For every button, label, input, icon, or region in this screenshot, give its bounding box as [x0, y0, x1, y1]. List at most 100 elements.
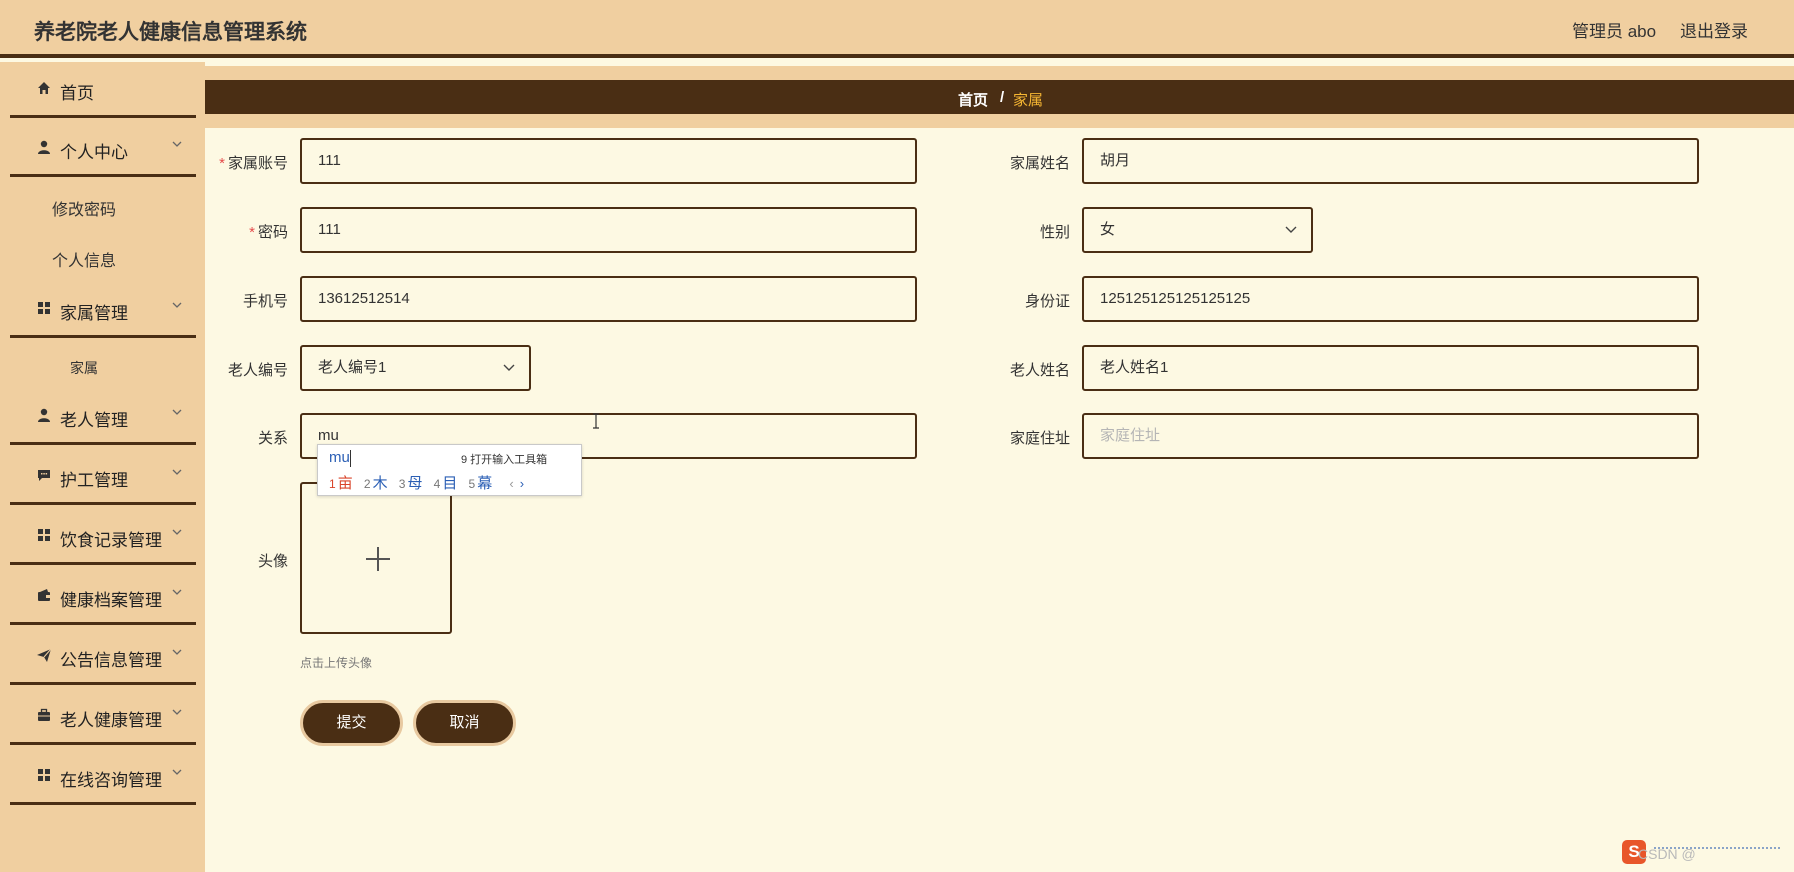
- sidebar-subitem-change-password[interactable]: 修改密码: [0, 184, 205, 228]
- ime-candidate[interactable]: 4目: [434, 472, 458, 493]
- idcard-input[interactable]: 125125125125125125: [1082, 276, 1699, 322]
- ime-candidate-popup: mu 9 打开输入工具箱 1亩 2木 3母 4目 5幕 ‹ ›: [317, 444, 582, 496]
- required-mark: *: [219, 155, 225, 172]
- submit-button[interactable]: 提交: [300, 700, 403, 746]
- sidebar-item-consult-mgmt[interactable]: 在线咨询管理: [10, 749, 196, 805]
- ime-prev-page[interactable]: ‹: [509, 476, 513, 491]
- breadcrumb-home[interactable]: 首页: [958, 89, 988, 110]
- sidebar: 首页 个人中心 修改密码 个人信息 家属管理 家属 老人管理 护工管理 饮食记录…: [0, 62, 205, 872]
- sidebar-item-health-record-mgmt[interactable]: 健康档案管理: [10, 569, 196, 625]
- sidebar-item-family-mgmt[interactable]: 家属管理: [10, 282, 196, 338]
- admin-name: 管理员 abo: [1572, 22, 1657, 41]
- gender-label: 性别: [1039, 224, 1070, 241]
- ime-candidate-list: 1亩 2木 3母 4目 5幕 ‹ ›: [329, 472, 524, 493]
- chevron-down-icon: [172, 589, 182, 595]
- idcard-label: 身份证: [1024, 293, 1070, 310]
- plus-icon-vertical: [377, 547, 379, 571]
- ime-candidate[interactable]: 1亩: [329, 472, 353, 493]
- user-icon: [38, 140, 50, 154]
- breadcrumb-current: 家属: [1013, 92, 1044, 109]
- sidebar-item-label: 首页: [60, 84, 94, 103]
- sidebar-item-label: 在线咨询管理: [60, 771, 162, 790]
- required-mark: *: [249, 224, 255, 241]
- password-input[interactable]: 111: [300, 207, 917, 253]
- sidebar-item-label: 老人健康管理: [60, 711, 162, 730]
- sidebar-item-label: 老人管理: [60, 411, 128, 430]
- briefcase-icon: [38, 708, 50, 721]
- sidebar-item-elder-mgmt[interactable]: 老人管理: [10, 389, 196, 445]
- logout-link[interactable]: 退出登录: [1680, 17, 1748, 42]
- grid-icon: [38, 529, 50, 541]
- ime-candidate[interactable]: 3母: [399, 472, 423, 493]
- account-input[interactable]: 111: [300, 138, 917, 184]
- sidebar-item-label: 健康档案管理: [60, 591, 162, 610]
- breadcrumb: 首页 / 家属: [205, 80, 1794, 114]
- ime-toolbar: S CSDN @: [1622, 840, 1788, 870]
- sidebar-item-diet-mgmt[interactable]: 饮食记录管理: [10, 509, 196, 565]
- sidebar-subitem-label: 个人信息: [52, 253, 117, 270]
- sidebar-subitem-family[interactable]: 家属: [0, 346, 205, 390]
- sidebar-item-personal-center[interactable]: 个人中心: [10, 121, 196, 177]
- elder-name-input[interactable]: 老人姓名1: [1082, 345, 1699, 391]
- breadcrumb-area: 首页 / 家属: [205, 66, 1794, 128]
- elder-name-label: 老人姓名: [1009, 362, 1070, 379]
- chat-icon: [38, 470, 50, 481]
- sidebar-item-notice-mgmt[interactable]: 公告信息管理: [10, 629, 196, 685]
- ime-next-page[interactable]: ›: [520, 476, 524, 491]
- sidebar-subitem-label: 家属: [70, 360, 98, 376]
- elder-no-select[interactable]: 老人编号1: [300, 345, 531, 391]
- ime-composition: mu: [329, 449, 350, 466]
- gender-value: 女: [1100, 221, 1116, 238]
- chevron-down-icon: [1285, 226, 1297, 233]
- address-label: 家庭住址: [1009, 430, 1070, 447]
- chevron-down-icon: [172, 769, 182, 775]
- address-input[interactable]: 家庭住址: [1082, 413, 1699, 459]
- breadcrumb-separator: /: [1000, 89, 1005, 106]
- relation-label: 关系: [257, 430, 288, 447]
- send-icon: [37, 648, 52, 662]
- ime-toolbox-hint[interactable]: 9 打开输入工具箱: [461, 451, 547, 467]
- name-input[interactable]: 胡月: [1082, 138, 1699, 184]
- grid-icon: [38, 769, 50, 781]
- chevron-down-icon: [172, 529, 182, 535]
- chevron-down-icon: [172, 409, 182, 415]
- upload-tip: 点击上传头像: [300, 656, 373, 670]
- avatar-uploader[interactable]: [300, 482, 452, 634]
- ime-pager: ‹ ›: [509, 476, 524, 491]
- gender-select[interactable]: 女: [1082, 207, 1313, 253]
- sidebar-item-elder-health-mgmt[interactable]: 老人健康管理: [10, 689, 196, 745]
- sidebar-item-home[interactable]: 首页: [10, 62, 196, 118]
- chevron-down-icon: [503, 364, 515, 371]
- chevron-down-icon: [172, 141, 182, 147]
- chevron-down-icon: [172, 469, 182, 475]
- sidebar-item-caregiver-mgmt[interactable]: 护工管理: [10, 449, 196, 505]
- grid-icon: [38, 302, 50, 314]
- chevron-down-icon: [172, 649, 182, 655]
- account-label: * 家属账号: [178, 152, 288, 173]
- ime-candidate[interactable]: 2木: [364, 472, 388, 493]
- wallet-icon: [38, 589, 50, 601]
- sidebar-item-label: 家属管理: [60, 304, 128, 323]
- user-icon: [38, 408, 50, 422]
- name-label: 家属姓名: [1009, 155, 1070, 172]
- elder-no-label: 老人编号: [227, 362, 288, 379]
- account-label-text: 家属账号: [227, 155, 288, 172]
- text-cursor-icon: [593, 413, 599, 429]
- watermark: CSDN @: [1638, 846, 1696, 862]
- top-header: 养老院老人健康信息管理系统 管理员 abo 退出登录: [0, 0, 1794, 58]
- ime-candidate[interactable]: 5幕: [469, 472, 493, 493]
- password-label-text: 密码: [257, 224, 288, 241]
- cancel-button[interactable]: 取消: [413, 700, 516, 746]
- app-title: 养老院老人健康信息管理系统: [34, 21, 307, 44]
- ime-caret: [350, 450, 351, 467]
- avatar-label: 头像: [257, 553, 288, 570]
- sidebar-subitem-personal-info[interactable]: 个人信息: [0, 235, 205, 279]
- home-icon: [38, 82, 50, 94]
- elder-no-value: 老人编号1: [318, 359, 387, 376]
- phone-input[interactable]: 13612512514: [300, 276, 917, 322]
- password-label: * 密码: [178, 221, 288, 242]
- phone-label: 手机号: [242, 293, 288, 310]
- sidebar-item-label: 个人中心: [60, 143, 128, 162]
- chevron-down-icon: [172, 709, 182, 715]
- sidebar-item-label: 公告信息管理: [60, 651, 162, 670]
